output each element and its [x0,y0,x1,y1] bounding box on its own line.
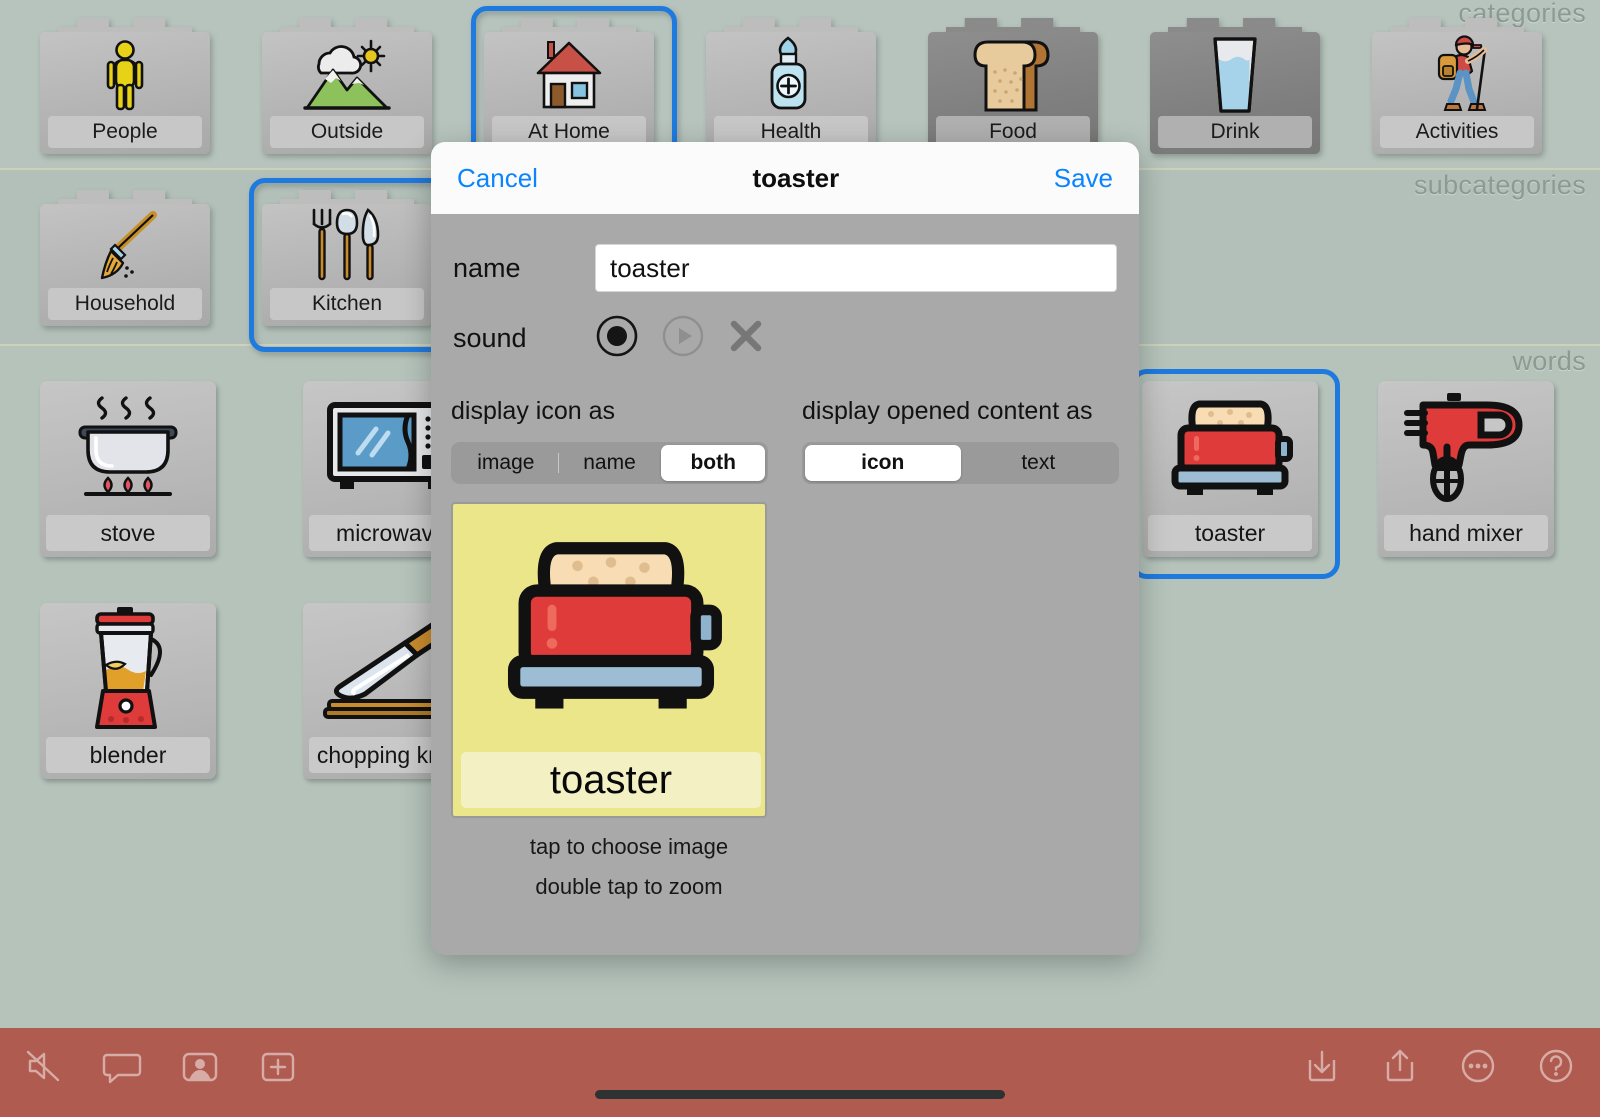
display-opened-content-as-segmented-control[interactable]: icon text [802,442,1119,484]
category-folder-at-home[interactable]: At Home [471,6,677,180]
user-photo-icon[interactable] [178,1044,222,1088]
word-tile-toaster[interactable]: toaster [1130,369,1340,579]
name-input[interactable] [595,244,1117,292]
segment-text[interactable]: text [961,445,1117,481]
home-indicator[interactable] [595,1090,1005,1099]
cancel-button[interactable]: Cancel [457,163,538,194]
image-preview-card[interactable]: toaster [451,502,767,818]
hint-double-tap-zoom: double tap to zoom [535,874,723,899]
word-tile-label: blender [46,737,210,773]
word-tile-hand-mixer[interactable]: hand mixer [1378,381,1554,557]
category-folder-label: Drink [1158,116,1312,148]
hiker-icon [1372,35,1542,114]
display-opened-content-as-group: display opened content as icon text [802,397,1119,484]
app-root: categories subcategories words People Ou… [0,0,1600,1117]
water-glass-icon [1150,36,1320,114]
word-tile-label: hand mixer [1384,515,1548,551]
segment-icon[interactable]: icon [805,445,961,481]
modal-header: Cancel toaster Save [431,142,1139,214]
speech-bubble-icon[interactable] [100,1044,144,1088]
subcategories-band-label: subcategories [1413,170,1586,200]
broom-icon [40,208,210,286]
help-icon[interactable] [1534,1044,1578,1088]
modal-title: toaster [752,162,840,193]
add-box-icon[interactable] [256,1044,300,1088]
blender-icon [40,607,216,729]
category-folder-label: Outside [270,116,424,148]
stove-icon [40,387,216,507]
subcategory-folder-label: Kitchen [270,288,424,320]
category-folder-outside[interactable]: Outside [262,18,432,154]
segment-name[interactable]: name [557,445,662,481]
more-icon[interactable] [1456,1044,1500,1088]
word-tile-blender[interactable]: blender [40,603,216,779]
category-folder-label: People [48,116,202,148]
bread-icon [928,36,1098,114]
toaster-icon [453,508,769,740]
preview-wrapper: toaster tap to choose image double tap t… [431,502,1139,900]
hint-tap-to-choose: tap to choose image [529,834,729,859]
subcategory-folder-kitchen[interactable]: Kitchen [249,178,455,352]
house-icon [484,36,654,114]
display-options-section: display icon as image name both display … [431,397,1139,484]
save-button[interactable]: Save [1054,163,1113,194]
sound-label: sound [453,323,527,353]
category-folder-people[interactable]: People [40,18,210,154]
subcategory-folder-label: Household [48,288,202,320]
play-icon[interactable] [661,314,705,363]
category-folder-health[interactable]: Health [706,18,876,154]
name-row: name [431,244,1139,292]
share-icon[interactable] [1378,1044,1422,1088]
toaster-icon [1142,387,1318,507]
word-tile-label: stove [46,515,210,551]
medicine-bottle-icon [706,36,876,114]
bottom-toolbar [0,1028,1600,1117]
display-icon-as-group: display icon as image name both [451,397,768,484]
display-icon-as-segmented-control[interactable]: image name both [451,442,768,484]
record-icon[interactable] [595,314,639,363]
sound-row: sound [431,314,1139,363]
word-tile-stove[interactable]: stove [40,381,216,557]
segment-both[interactable]: both [661,445,766,481]
weather-mountain-icon [262,36,432,114]
word-tile-label: toaster [1148,515,1312,551]
clear-icon[interactable] [727,317,765,360]
name-label: name [453,252,521,283]
mute-icon[interactable] [22,1044,66,1088]
category-folder-activities[interactable]: Activities [1372,18,1542,154]
download-icon[interactable] [1300,1044,1344,1088]
category-folder-drink[interactable]: Drink [1150,18,1320,154]
hand-mixer-icon [1378,387,1554,507]
display-opened-content-as-heading: display opened content as [802,397,1093,425]
display-icon-as-heading: display icon as [451,397,615,425]
person-icon [40,36,210,114]
category-folder-food[interactable]: Food [928,18,1098,154]
category-folder-label: Activities [1380,116,1534,148]
edit-item-modal: Cancel toaster Save name sound [431,142,1139,955]
words-band-label: words [1512,346,1586,376]
preview-label: toaster [461,752,761,808]
cutlery-icon [262,208,432,286]
subcategory-folder-household[interactable]: Household [40,190,210,326]
segment-image[interactable]: image [454,445,558,481]
